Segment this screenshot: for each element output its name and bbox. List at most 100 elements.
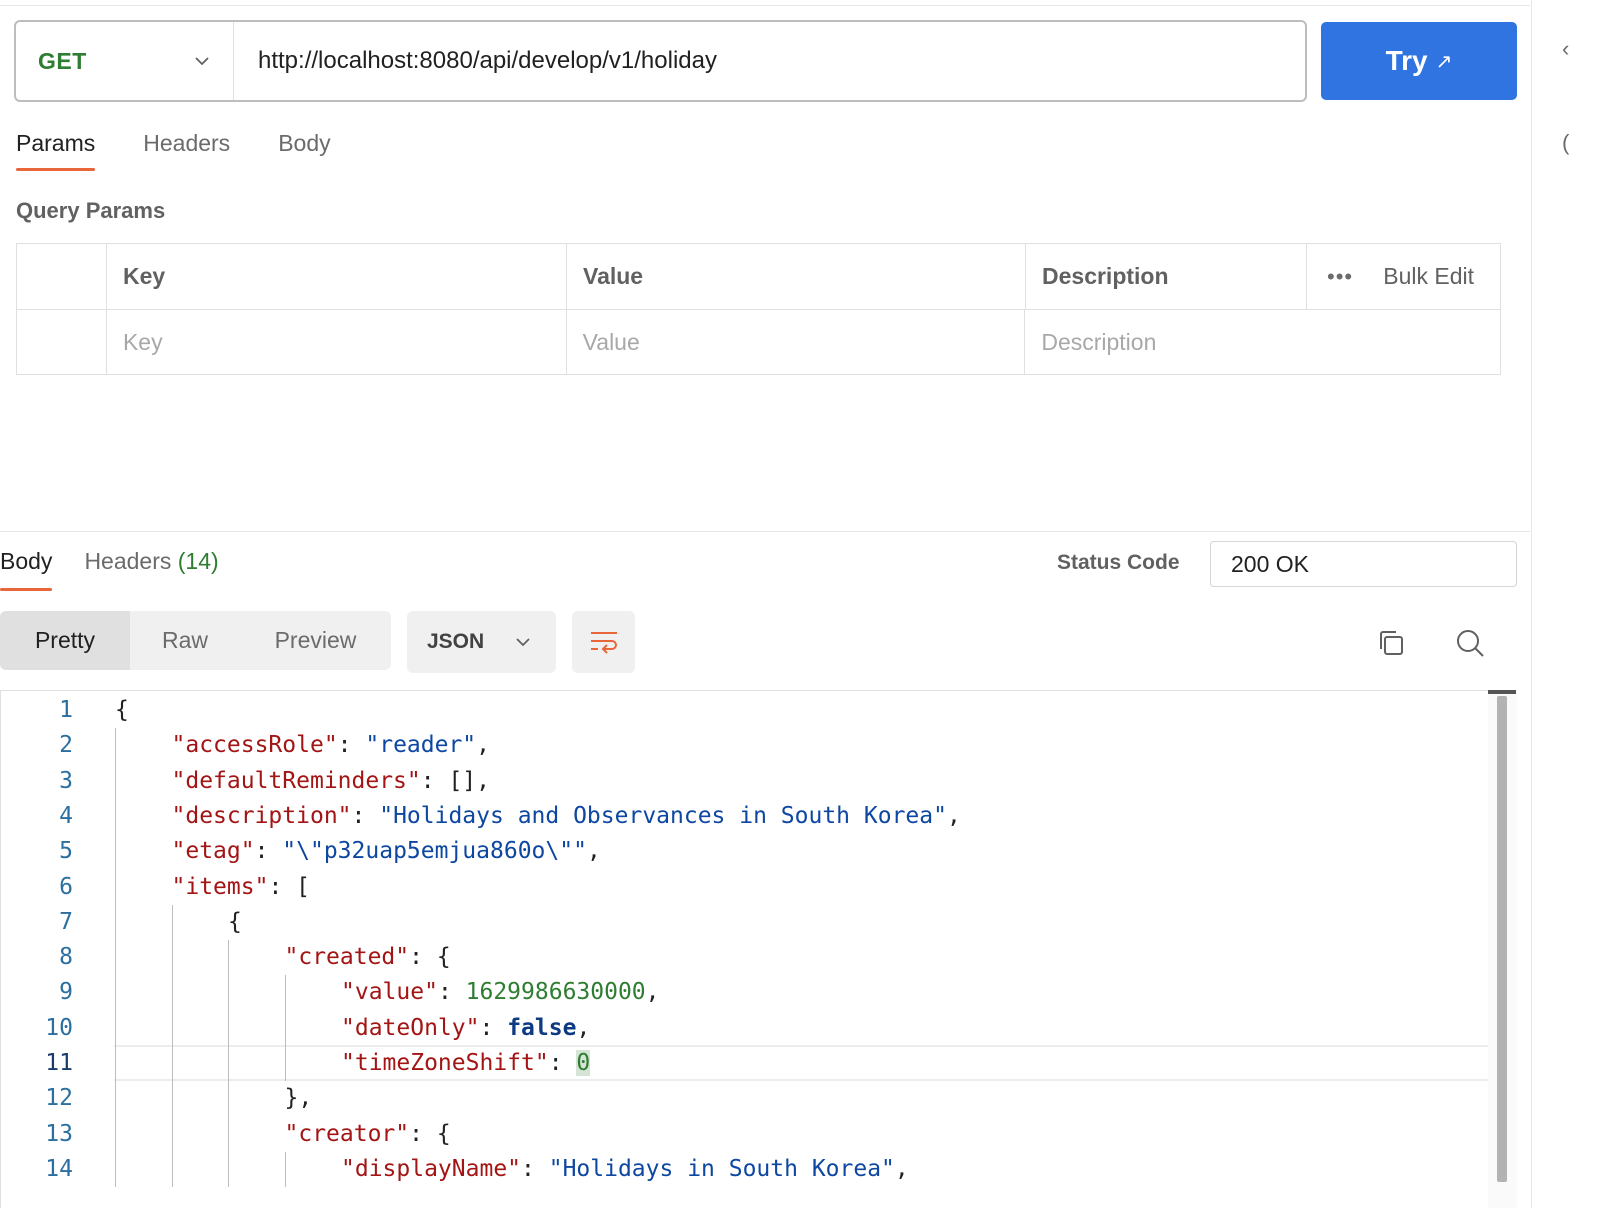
editor-scrollbar-thumb[interactable] [1497,696,1507,1182]
code-line: 1{ [1,693,1491,728]
code-token: : [479,1014,508,1041]
code-token: , [476,732,491,759]
code-text: "accessRole": "reader", [172,728,491,763]
collapse-chevron-icon[interactable]: ‹ [1562,36,1569,62]
line-number: 10 [45,1014,73,1041]
wrap-lines-button[interactable] [572,611,635,673]
code-token: "timeZoneShift" [341,1050,549,1076]
view-preview-button[interactable]: Preview [240,611,391,670]
indent-guide [115,728,116,1188]
value-input[interactable]: Value [565,310,1025,374]
response-headers-label: Headers [84,548,172,574]
description-input[interactable]: Description [1024,310,1500,374]
code-token: : [254,838,283,865]
indent-guide [228,940,229,1188]
code-token: , [586,838,601,865]
wrap-lines-icon [590,632,617,654]
code-text: "defaultReminders": [], [172,764,491,799]
tab-response-headers[interactable]: Headers (14) [84,548,218,591]
key-input[interactable]: Key [105,310,566,374]
checkbox-column-header [17,244,106,309]
column-header-description: Description [1025,244,1306,309]
code-text: "created": { [285,940,451,975]
query-params-title: Query Params [16,198,166,223]
info-icon[interactable]: ( [1562,130,1569,156]
bulk-edit-link[interactable]: Bulk Edit [1383,263,1474,290]
code-token: { [228,908,242,935]
code-text: "dateOnly": false, [341,1011,590,1046]
format-select[interactable]: JSON [407,611,556,673]
code-token: "Holidays and Observances in South Korea… [379,802,947,829]
method-select[interactable]: GET [16,22,234,100]
code-token: false [507,1014,577,1041]
code-line: 11 "timeZoneShift": 0 [1,1046,1491,1081]
code-line: 4 "description": "Holidays and Observance… [1,799,1491,834]
method-label: GET [38,47,87,74]
code-token: "\"p32uap5emjua860o\"" [282,838,587,865]
search-button[interactable] [1450,623,1490,663]
row-checkbox-cell [17,310,106,374]
format-label: JSON [427,630,485,653]
request-tabs: Params Headers Body [16,130,331,171]
code-line: 12}, [1,1081,1491,1116]
query-params-table: Key Value Description ••• Bulk Edit Key … [16,243,1501,375]
tab-params[interactable]: Params [16,130,96,171]
code-token: 0 [576,1050,591,1076]
side-panel-divider[interactable] [1531,0,1532,1208]
code-token: , [645,979,660,1006]
copy-button[interactable] [1371,623,1411,663]
more-horizontal-icon[interactable]: ••• [1327,264,1353,290]
line-number: 8 [59,944,73,971]
code-text: "timeZoneShift": 0 [341,1046,591,1081]
code-token: 1629986630000 [465,979,646,1006]
tab-body[interactable]: Body [278,130,330,171]
code-token: "reader" [365,732,477,759]
view-raw-button[interactable]: Raw [130,611,240,670]
url-input[interactable] [234,22,1305,100]
code-line: 2 "accessRole": "reader", [1,728,1491,763]
code-token: { [115,697,129,723]
copy-icon [1380,631,1403,655]
scrollbar-top-cap [1488,690,1516,694]
code-text: { [228,905,242,940]
status-code-label: Status Code [1057,551,1180,574]
code-line: 10 "dateOnly": false, [1,1011,1491,1046]
line-number: 3 [59,767,73,794]
status-code-value: 200 OK [1210,541,1517,587]
line-number: 11 [45,1050,73,1076]
response-code-editor[interactable]: 1{2 "accessRole": "reader", 3 "defaultRemin… [0,690,1517,1208]
pane-resize-divider[interactable] [0,531,1530,532]
code-line: 13 "creator": { [1,1117,1491,1152]
code-text: "value": 1629986630000, [341,975,660,1010]
code-token: "creator" [284,1120,410,1147]
search-icon [1457,630,1484,657]
table-row: Key Value Description [17,309,1500,374]
code-line: 5 "etag": "\"p32uap5emjua860o\"", [1,834,1491,869]
code-line: 14 "displayName": "Holidays in South Kore… [1,1152,1491,1187]
chevron-down-icon [195,57,209,66]
table-header-row: Key Value Description ••• Bulk Edit [17,244,1500,309]
code-token: : [437,979,466,1006]
code-token: "accessRole" [171,732,338,759]
code-token: "defaultReminders" [171,767,421,794]
line-number: 7 [59,908,73,935]
code-token: : [548,1050,577,1076]
view-pretty-button[interactable]: Pretty [0,611,130,670]
line-number: 6 [59,873,73,900]
code-token: "etag" [171,838,255,865]
code-text: "creator": { [285,1117,451,1152]
code-token: "created" [284,944,410,971]
column-header-key: Key [106,244,566,309]
tab-headers[interactable]: Headers [143,130,230,171]
indent-guide [171,904,173,1188]
code-token: : { [409,1120,451,1147]
table-actions: ••• Bulk Edit [1306,244,1500,309]
tab-response-body[interactable]: Body [0,548,53,591]
code-token: "displayName" [341,1155,522,1182]
indent-guide [284,1151,286,1188]
code-text: "description": "Holidays and Observances… [172,799,961,834]
line-number: 12 [45,1085,73,1112]
response-headers-count: (14) [177,548,219,574]
line-number: 9 [59,979,73,1006]
try-button[interactable]: Try ↗ [1321,22,1517,100]
